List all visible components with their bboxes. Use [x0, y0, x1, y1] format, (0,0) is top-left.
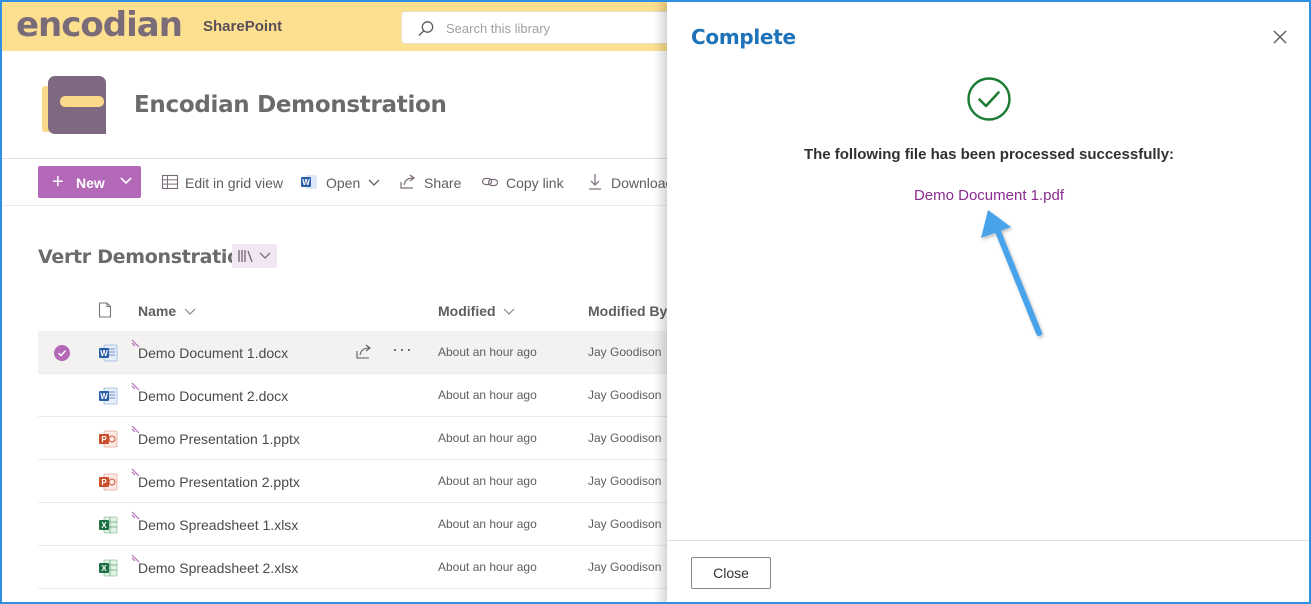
chevron-down-icon: [259, 252, 271, 259]
column-name-label: Name: [138, 303, 177, 319]
svg-text:W: W: [100, 392, 108, 401]
word-file-icon: W: [99, 387, 118, 405]
new-button-label: New: [76, 175, 105, 191]
table-row[interactable]: P Demo Presentation 2.pptx About an hour…: [38, 460, 667, 503]
checkmark-circle-icon: [967, 77, 1011, 121]
open-label: Open: [326, 175, 361, 191]
table-row[interactable]: X Demo Spreadsheet 1.xlsx About an hour …: [38, 503, 667, 546]
column-modified-label: Modified: [438, 303, 496, 319]
file-name[interactable]: Demo Presentation 1.pptx: [138, 431, 300, 447]
more-options-icon[interactable]: ···: [392, 339, 413, 360]
file-name[interactable]: Demo Document 2.docx: [138, 388, 288, 404]
word-icon: W: [301, 175, 317, 189]
modified-date: About an hour ago: [438, 388, 537, 402]
share-label: Share: [424, 175, 462, 191]
link-icon: [481, 177, 499, 187]
modified-date: About an hour ago: [438, 560, 537, 574]
powerpoint-file-icon: P: [99, 473, 118, 491]
plus-icon: +: [52, 171, 64, 193]
close-button[interactable]: Close: [691, 557, 771, 589]
table-row[interactable]: X Demo Spreadsheet 2.xlsx About an hour …: [38, 546, 667, 589]
table-row[interactable]: W Demo Document 2.docx About an hour ago…: [38, 374, 667, 417]
modified-date: About an hour ago: [438, 517, 537, 531]
svg-text:P: P: [101, 478, 107, 487]
divider: [0, 205, 667, 206]
panel-shadow: [652, 0, 667, 604]
svg-text:W: W: [100, 349, 108, 358]
close-icon[interactable]: [1272, 29, 1288, 45]
checkmark-circle-icon[interactable]: [54, 345, 70, 361]
file-type-icon[interactable]: [98, 302, 112, 318]
library-title[interactable]: Vertr Demonstration: [38, 246, 253, 268]
chevron-down-icon[interactable]: [368, 179, 380, 187]
table-row[interactable]: W Demo Document 1.docx ··· About an hour…: [38, 331, 667, 374]
svg-text:X: X: [101, 564, 107, 573]
download-icon: [589, 174, 601, 190]
processed-file-link[interactable]: Demo Document 1.pdf: [667, 187, 1311, 204]
column-header-modified[interactable]: Modified: [438, 303, 515, 319]
search-icon: [418, 21, 434, 36]
library-view-switcher[interactable]: [232, 244, 277, 268]
file-name[interactable]: Demo Spreadsheet 2.xlsx: [138, 560, 298, 576]
share-icon: [400, 174, 415, 189]
copy-link-label: Copy link: [506, 175, 564, 191]
search-placeholder: Search this library: [446, 21, 551, 36]
powerpoint-file-icon: P: [99, 430, 118, 448]
app-title[interactable]: SharePoint: [203, 18, 282, 35]
file-name[interactable]: Demo Document 1.docx: [138, 345, 288, 361]
site-logo-icon: [42, 76, 106, 134]
modified-date: About an hour ago: [438, 345, 537, 359]
complete-panel: Complete The following file has been pro…: [667, 0, 1311, 604]
svg-text:X: X: [101, 521, 107, 530]
chevron-down-icon: [120, 177, 132, 185]
svg-text:P: P: [101, 435, 107, 444]
excel-file-icon: X: [99, 559, 118, 577]
panel-title: Complete: [691, 25, 796, 49]
success-message: The following file has been processed su…: [803, 146, 1175, 163]
chevron-down-icon: [504, 308, 515, 315]
encodian-logo[interactable]: encodian: [16, 4, 183, 46]
modified-by[interactable]: Jay Goodison: [588, 431, 661, 445]
share-icon[interactable]: [355, 344, 373, 360]
modified-by[interactable]: Jay Goodison: [588, 345, 661, 359]
excel-file-icon: X: [99, 516, 118, 534]
modified-date: About an hour ago: [438, 474, 537, 488]
panel-footer-divider: [667, 540, 1311, 541]
edit-grid-view-label: Edit in grid view: [185, 175, 284, 191]
new-button[interactable]: + New: [38, 166, 141, 198]
file-name[interactable]: Demo Spreadsheet 1.xlsx: [138, 517, 298, 533]
svg-text:W: W: [302, 178, 310, 187]
chevron-down-icon: [184, 308, 196, 315]
modified-by[interactable]: Jay Goodison: [588, 474, 661, 488]
file-name[interactable]: Demo Presentation 2.pptx: [138, 474, 300, 490]
modified-by[interactable]: Jay Goodison: [588, 388, 661, 402]
site-title[interactable]: Encodian Demonstration: [134, 92, 447, 118]
modified-by[interactable]: Jay Goodison: [588, 560, 661, 574]
grid-icon: [161, 174, 179, 190]
divider: [0, 158, 667, 159]
modified-date: About an hour ago: [438, 431, 537, 445]
library-icon: [238, 250, 253, 263]
word-file-icon: W: [99, 344, 118, 362]
modified-by[interactable]: Jay Goodison: [588, 517, 661, 531]
table-row[interactable]: P Demo Presentation 1.pptx About an hour…: [38, 417, 667, 460]
annotation-arrow-icon: [981, 210, 1042, 336]
column-header-name[interactable]: Name: [138, 303, 196, 319]
